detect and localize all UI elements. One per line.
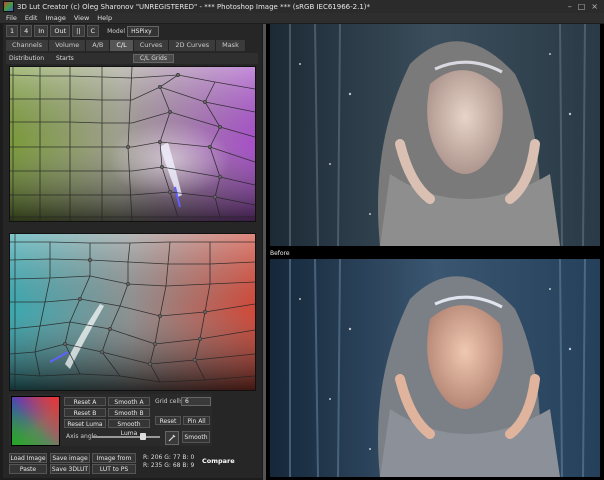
split-button[interactable]: ||	[72, 25, 85, 37]
menu-edit[interactable]: Edit	[25, 14, 38, 22]
save-3dlut-button[interactable]: Save 3DLUT	[50, 464, 90, 474]
close-button[interactable]: ×	[591, 2, 598, 11]
tab-mask[interactable]: Mask	[216, 40, 246, 51]
tab-cl[interactable]: C/L	[110, 40, 134, 51]
reset-button[interactable]: Reset	[155, 416, 181, 425]
model-select[interactable]: HSPixy	[127, 25, 160, 37]
tab-2d-curves[interactable]: 2D Curves	[169, 40, 217, 51]
smooth-a-button[interactable]: Smooth A	[108, 397, 150, 406]
menu-file[interactable]: File	[6, 14, 17, 22]
menu-help[interactable]: Help	[97, 14, 112, 22]
lut-to-ps-button[interactable]: LUT to PS	[92, 464, 136, 474]
smooth-luma-button[interactable]: Smooth Luma	[108, 419, 150, 437]
before-label: Before	[270, 250, 290, 257]
subtab-distribution[interactable]: Distribution	[6, 55, 47, 62]
tab-ab[interactable]: A/B	[86, 40, 111, 51]
reset-a-button[interactable]: Reset A	[64, 397, 106, 406]
after-preview-image[interactable]	[270, 24, 600, 246]
menu-bar: File Edit Image View Help	[0, 13, 604, 23]
color-wheel-preview[interactable]	[11, 396, 60, 446]
subtab-starts[interactable]: Starts	[53, 55, 77, 62]
view-1-button[interactable]: 1	[6, 25, 19, 37]
window-title: 3D Lut Creator (c) Oleg Sharonov "UNREGI…	[17, 2, 371, 11]
compare-button[interactable]: Compare	[202, 457, 235, 465]
menu-view[interactable]: View	[74, 14, 89, 22]
eyedropper-icon[interactable]	[165, 431, 179, 445]
reset-luma-button[interactable]: Reset Luma	[64, 419, 106, 428]
readout-line-2: R: 235 G: 68 B: 9	[143, 462, 195, 469]
image-from-ps-button[interactable]: Image from PS	[92, 453, 136, 472]
window-controls: – □ ×	[568, 2, 598, 11]
load-image-button[interactable]: Load Image	[9, 453, 47, 463]
pin-all-button[interactable]: Pin All	[183, 416, 210, 425]
tab-bar: Channels Volume A/B C/L Curves 2D Curves…	[6, 40, 246, 51]
smooth-b-button[interactable]: Smooth B	[108, 408, 150, 417]
before-preview-image[interactable]	[270, 259, 600, 477]
app-icon	[3, 1, 14, 12]
save-image-button[interactable]: Save image	[50, 453, 90, 463]
readout-line-1: R: 206 G: 77 B: 0	[143, 454, 195, 461]
subtab-cl-grids[interactable]: C/L Grids	[132, 54, 174, 63]
title-bar: 3D Lut Creator (c) Oleg Sharonov "UNREGI…	[0, 0, 604, 14]
color-readout: R: 206 G: 77 B: 0 R: 235 G: 68 B: 9	[143, 454, 194, 470]
tab-channels[interactable]: Channels	[6, 40, 50, 51]
grid-cells-label: Grid cells	[155, 398, 183, 405]
model-label: Model	[107, 27, 126, 35]
tab-volume[interactable]: Volume	[49, 40, 87, 51]
paste-button[interactable]: Paste	[9, 464, 47, 474]
axis-angle-slider-thumb[interactable]	[140, 433, 146, 440]
tab-curves[interactable]: Curves	[133, 40, 170, 51]
cl-grid-top[interactable]	[9, 66, 256, 222]
out-button[interactable]: Out	[50, 25, 71, 37]
view-4-button[interactable]: 4	[20, 25, 33, 37]
minimize-button[interactable]: –	[568, 2, 572, 11]
maximize-button[interactable]: □	[578, 2, 586, 11]
subtab-bar: Distribution Starts C/L Grids	[6, 53, 258, 64]
smooth-button[interactable]: Smooth	[182, 431, 210, 443]
in-button[interactable]: In	[34, 25, 49, 37]
axis-angle-slider[interactable]	[92, 436, 160, 438]
menu-image[interactable]: Image	[45, 14, 65, 22]
toolbar: 1 4 In Out || C Model HSPixy	[6, 25, 160, 37]
cl-grid-bottom[interactable]	[9, 233, 256, 391]
grid-cells-select[interactable]: 6	[181, 397, 211, 406]
c-button[interactable]: C	[86, 25, 100, 37]
reset-b-button[interactable]: Reset B	[64, 408, 106, 417]
